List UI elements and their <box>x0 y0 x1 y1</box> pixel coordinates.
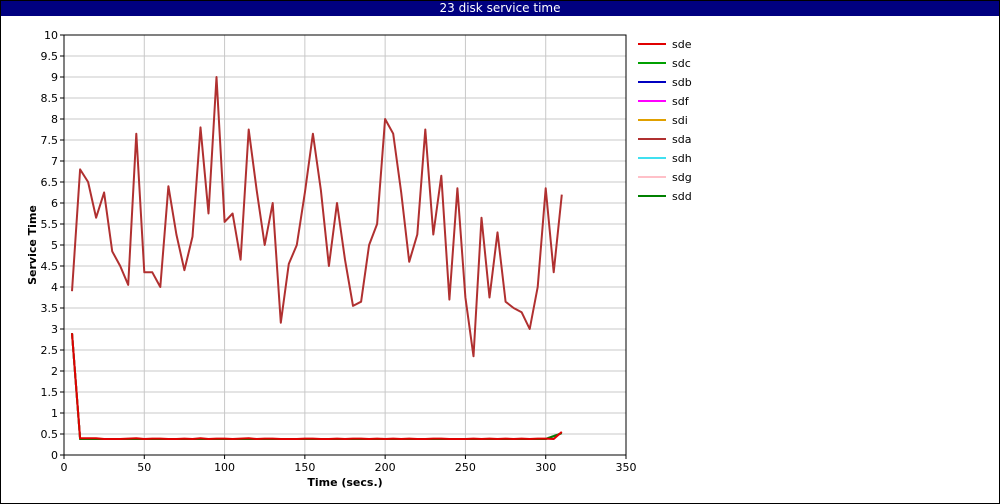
legend-label-sdc: sdc <box>672 57 691 70</box>
x-tick-label: 300 <box>535 461 556 474</box>
series-line-sdg <box>71 333 563 440</box>
y-tick-label: 5.5 <box>41 218 59 231</box>
y-tick-label: 1 <box>51 407 58 420</box>
y-tick-label: 4 <box>51 281 58 294</box>
y-axis: 0 0.5 1 1.5 2 2.5 3 3.5 4 4.5 5 5.5 6 6.5 7 7.5 8 8.5 9 9.5… <box>41 29 64 462</box>
y-tick-label: 7 <box>51 155 58 168</box>
y-tick-label: 10 <box>44 29 58 42</box>
x-axis: 0 50 100 150 200 250 300 350 <box>61 455 637 474</box>
series-line-sdc <box>71 333 563 440</box>
y-tick-label: 6.5 <box>41 176 59 189</box>
x-tick-label: 50 <box>137 461 151 474</box>
series-line-sdb <box>71 333 563 440</box>
x-tick-label: 150 <box>294 461 315 474</box>
x-axis-title: Time (secs.) <box>307 476 382 489</box>
series-line-sde <box>71 333 563 440</box>
series-line-sdd <box>71 333 563 440</box>
y-tick-label: 8 <box>51 113 58 126</box>
y-tick-label: 3 <box>51 323 58 336</box>
legend-label-sdi: sdi <box>672 114 688 127</box>
x-tick-label: 0 <box>61 461 68 474</box>
legend: sde sdc sdb sdf sdi sda sdh sdg sdd <box>638 38 692 203</box>
y-axis-title: Service Time <box>26 205 39 285</box>
series-line-sdi <box>71 333 563 440</box>
legend-label-sdf: sdf <box>672 95 690 108</box>
x-tick-label: 200 <box>375 461 396 474</box>
chart-svg: 0 50 100 150 200 250 300 350 0 0.5 1 1.5 2 2.5 3 3.5 4 4… <box>26 29 692 489</box>
legend-label-sdg: sdg <box>672 171 692 184</box>
series-line-sdf <box>71 333 563 440</box>
x-tick-label: 100 <box>214 461 235 474</box>
legend-label-sdh: sdh <box>672 152 692 165</box>
series-line-sdh <box>71 333 563 440</box>
y-tick-label: 8.5 <box>41 92 59 105</box>
y-tick-label: 3.5 <box>41 302 59 315</box>
y-tick-label: 0 <box>51 449 58 462</box>
x-tick-label: 350 <box>616 461 637 474</box>
y-tick-label: 0.5 <box>41 428 59 441</box>
legend-label-sdd: sdd <box>672 190 692 203</box>
legend-label-sda: sda <box>672 133 691 146</box>
legend-label-sdb: sdb <box>672 76 692 89</box>
y-tick-label: 1.5 <box>41 386 59 399</box>
y-tick-label: 2 <box>51 365 58 378</box>
legend-label-sde: sde <box>672 38 692 51</box>
y-tick-label: 9 <box>51 71 58 84</box>
series-lines <box>71 76 563 440</box>
y-tick-label: 9.5 <box>41 50 59 63</box>
y-tick-label: 2.5 <box>41 344 59 357</box>
y-tick-label: 7.5 <box>41 134 59 147</box>
x-tick-label: 250 <box>455 461 476 474</box>
y-tick-label: 5 <box>51 239 58 252</box>
y-tick-label: 4.5 <box>41 260 59 273</box>
y-tick-label: 6 <box>51 197 58 210</box>
